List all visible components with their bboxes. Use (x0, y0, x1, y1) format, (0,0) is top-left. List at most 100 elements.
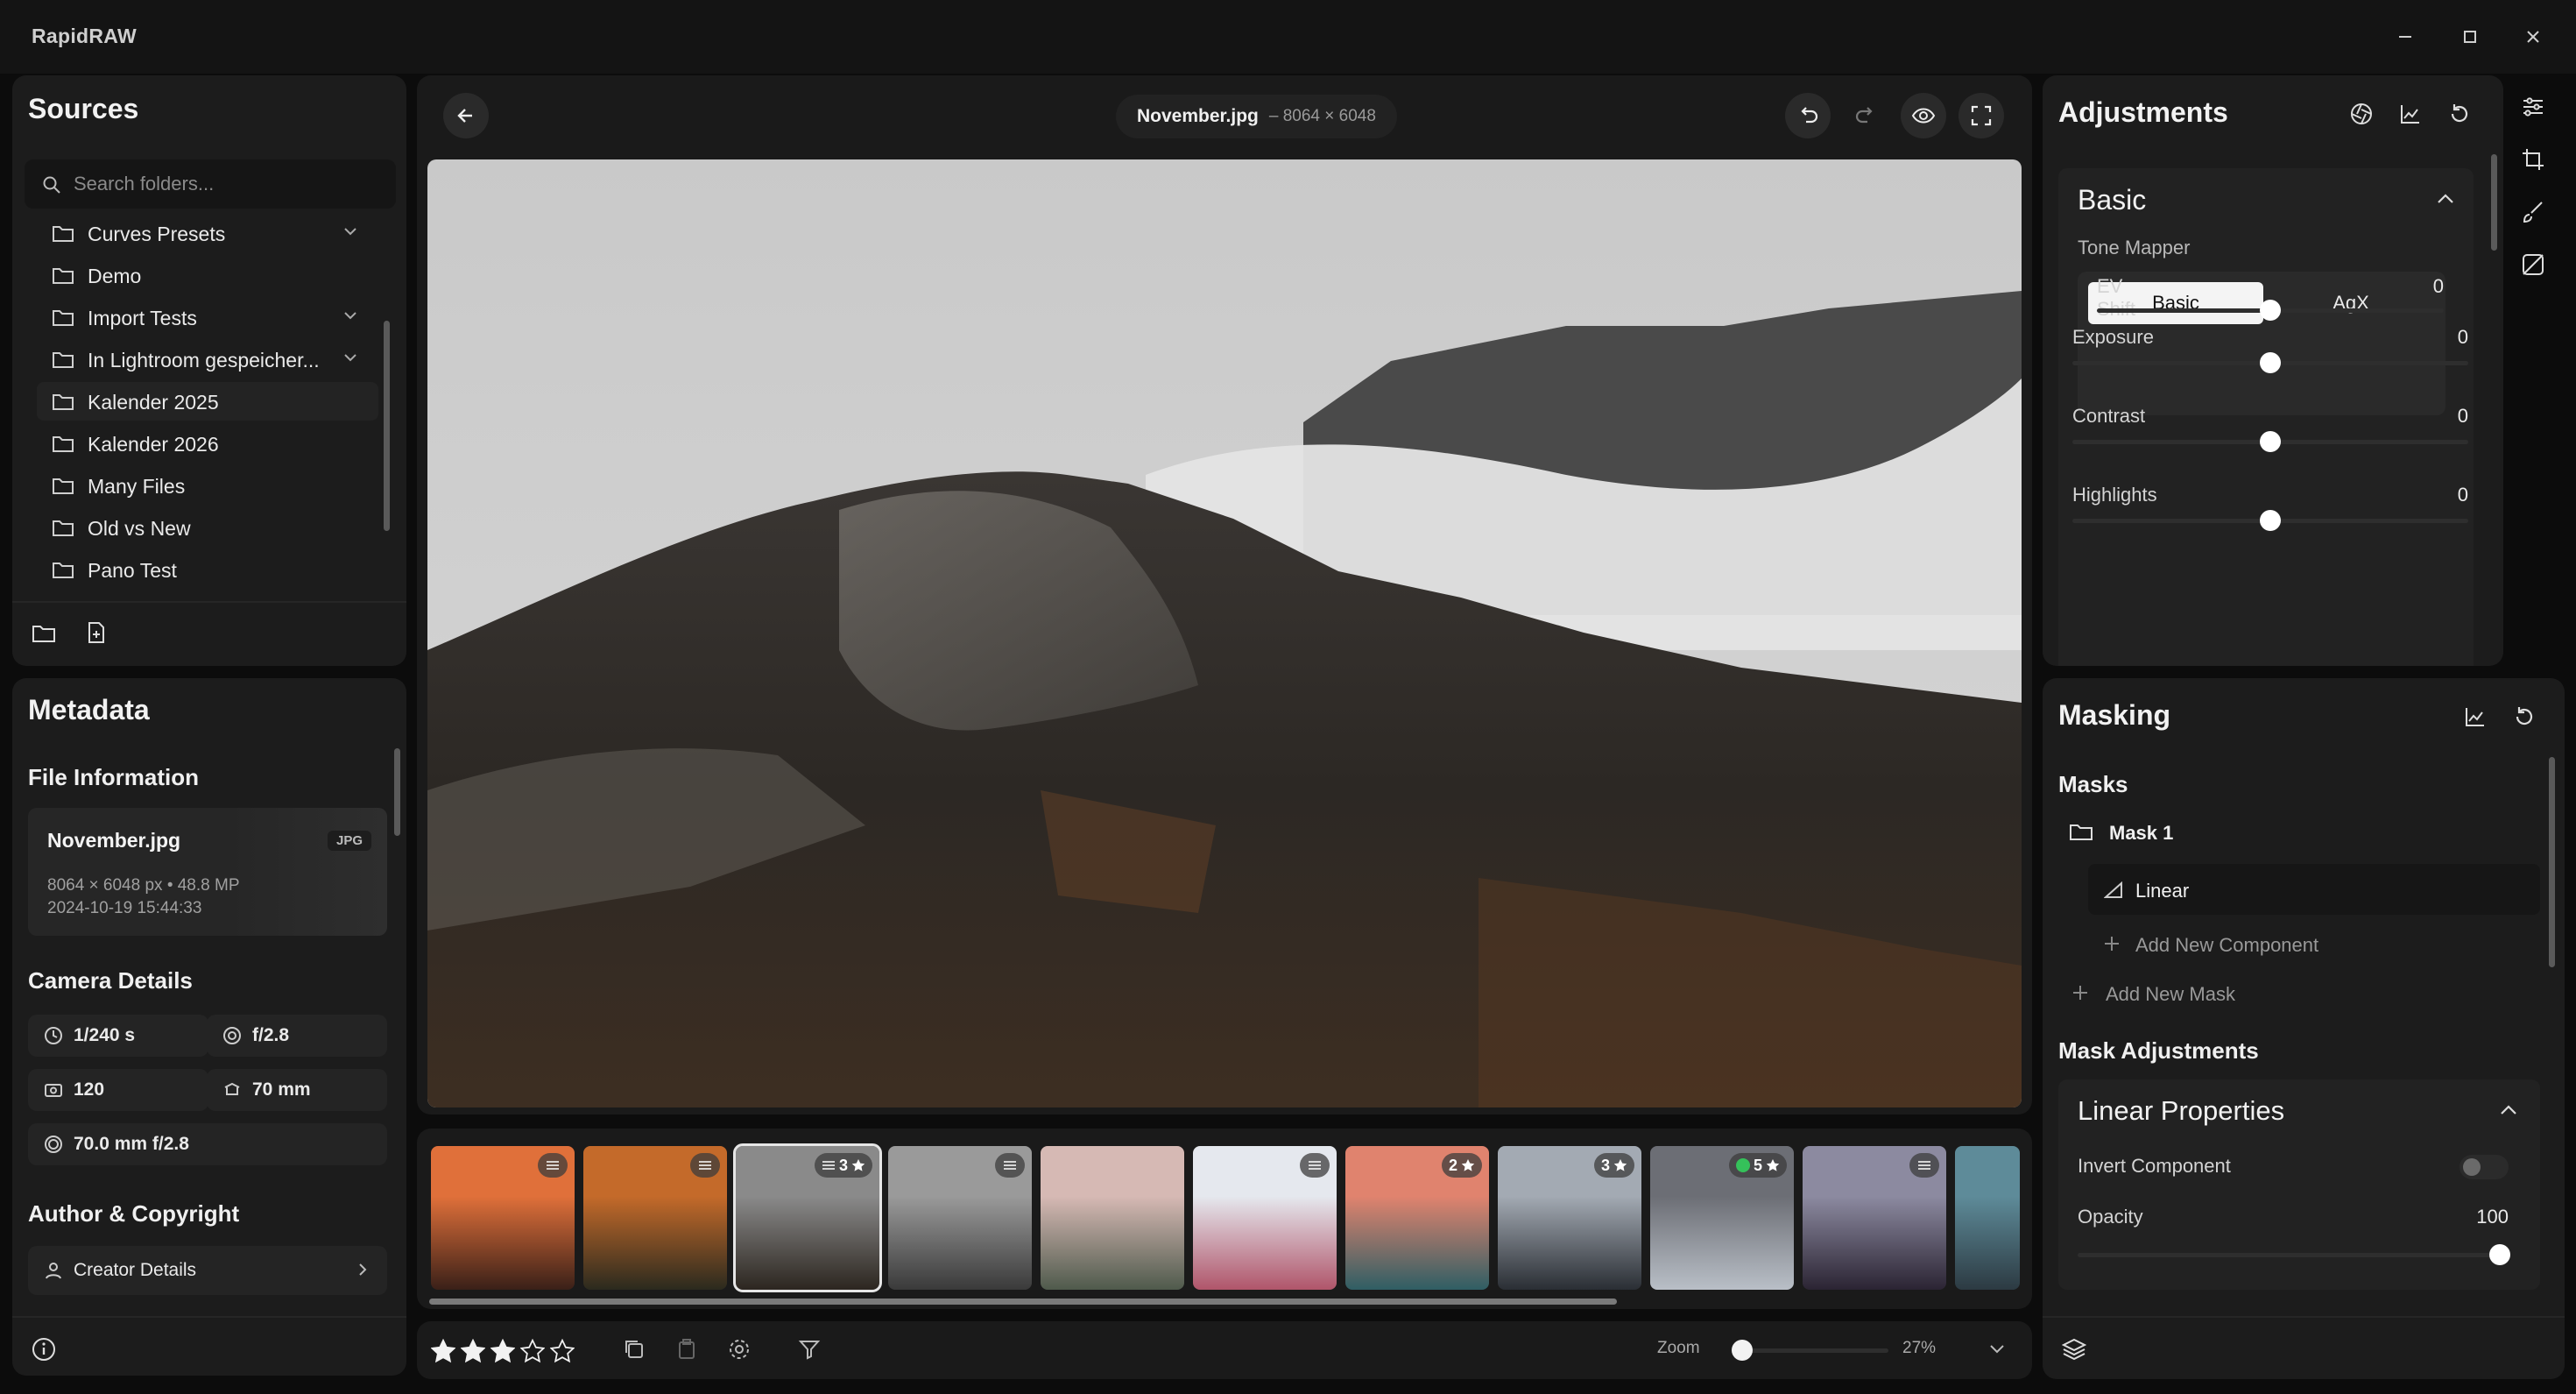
adjustments-title: Adjustments (2058, 96, 2228, 128)
layers-icon[interactable] (2057, 1332, 2092, 1367)
lens-chip: 70.0 mm f/2.8 (28, 1123, 387, 1165)
redo-button[interactable] (1843, 93, 1888, 138)
reset-icon[interactable] (2442, 96, 2477, 131)
folder-icon[interactable] (26, 615, 61, 650)
zoom-slider-knob[interactable] (1731, 1340, 1753, 1361)
filmstrip-thumbnail[interactable] (583, 1146, 727, 1290)
invert-toggle[interactable] (2460, 1155, 2509, 1179)
star-filled-icon[interactable] (461, 1339, 485, 1363)
star-empty-icon[interactable] (520, 1339, 545, 1363)
aperture-preset-icon[interactable] (2344, 96, 2379, 131)
import-file-icon[interactable] (79, 615, 114, 650)
slider-knob[interactable] (2260, 300, 2281, 321)
chevron-down-icon[interactable] (1980, 1332, 2015, 1367)
filmstrip-thumbnail[interactable] (1955, 1146, 2020, 1290)
back-button[interactable] (443, 93, 489, 138)
chevron-down-icon[interactable] (343, 352, 359, 364)
opacity-slider[interactable] (2078, 1253, 2502, 1257)
rating-stars[interactable] (431, 1339, 575, 1363)
chevron-down-icon[interactable] (343, 226, 359, 238)
folder-item[interactable]: Kalender 2026 (37, 424, 378, 463)
folder-scrollbar[interactable] (384, 321, 390, 531)
add-component-button[interactable]: Add New Component (2088, 925, 2438, 964)
filmstrip-thumbnail[interactable]: 2 (1345, 1146, 1489, 1290)
paste-icon[interactable] (669, 1332, 704, 1367)
folder-item[interactable]: Many Files (37, 466, 378, 505)
maximize-icon[interactable] (2451, 18, 2489, 56)
linear-properties-heading: Linear Properties (2078, 1095, 2285, 1126)
chevron-down-icon[interactable] (343, 310, 359, 322)
crop-icon[interactable] (2516, 142, 2551, 177)
opacity-slider-knob[interactable] (2489, 1244, 2510, 1265)
chevron-up-icon[interactable] (2500, 1104, 2517, 1116)
folder-item[interactable]: Pano Test (37, 550, 378, 589)
slider-knob[interactable] (2260, 431, 2281, 452)
main-image[interactable] (427, 159, 2022, 1107)
folder-item[interactable]: Kalender 2025 (37, 382, 378, 421)
metadata-scrollbar[interactable] (394, 748, 400, 836)
filmstrip-thumbnail[interactable]: 3 (733, 1143, 882, 1292)
adjustments-scrollbar[interactable] (2491, 154, 2497, 251)
creator-details-button[interactable]: Creator Details (28, 1246, 387, 1295)
close-icon[interactable] (2514, 18, 2552, 56)
mask-item[interactable]: Mask 1 (2058, 810, 2549, 855)
filmstrip-thumbnail[interactable]: 3 (1498, 1146, 1641, 1290)
slider-value[interactable]: 0 (2416, 484, 2468, 506)
settings-gear-icon[interactable] (722, 1332, 757, 1367)
thumbnail-rating: 3 (838, 1156, 848, 1174)
filmstrip-scrollbar[interactable] (429, 1298, 1617, 1305)
fullscreen-button[interactable] (1958, 93, 2004, 138)
bottom-bar: Zoom 27% (417, 1321, 2032, 1379)
copy-icon[interactable] (617, 1332, 652, 1367)
reset-icon[interactable] (2507, 699, 2542, 734)
slider-knob[interactable] (2260, 510, 2281, 531)
thumbnail-rating: 5 (1753, 1156, 1762, 1174)
folder-item[interactable]: Curves Presets (37, 214, 378, 252)
redo-icon (1855, 107, 1873, 124)
filmstrip-thumbnail[interactable] (1803, 1146, 1946, 1290)
minimize-icon[interactable] (2386, 18, 2424, 56)
zoom-slider[interactable] (1734, 1348, 1888, 1353)
filmstrip-thumbnail[interactable] (888, 1146, 1032, 1290)
slider-value[interactable]: 0 (2416, 326, 2468, 349)
chevron-up-icon[interactable] (2437, 193, 2454, 205)
sliders-icon[interactable] (2516, 89, 2551, 124)
slider-value[interactable]: 0 (2416, 405, 2468, 428)
tone-mapper-label: Tone Mapper (2078, 237, 2191, 258)
brush-icon[interactable] (2516, 195, 2551, 230)
preview-toggle-button[interactable] (1901, 93, 1946, 138)
folder-item[interactable]: Import Tests (37, 298, 378, 336)
thumbnail-badge (538, 1153, 568, 1178)
info-icon[interactable] (26, 1332, 61, 1367)
presets-icon[interactable] (2516, 247, 2551, 282)
folder-item[interactable]: In Lightroom gespeicher... (37, 340, 378, 379)
folder-label: Old vs New (88, 517, 191, 540)
filter-icon[interactable] (792, 1332, 827, 1367)
filmstrip-thumbnail[interactable] (1041, 1146, 1184, 1290)
star-filled-icon[interactable] (431, 1339, 455, 1363)
file-dimensions: 8064 × 6048 px • 48.8 MP (47, 876, 240, 895)
star-empty-icon[interactable] (550, 1339, 575, 1363)
filmstrip-thumbnail[interactable]: 5 (1650, 1146, 1794, 1290)
filmstrip-thumbnail[interactable] (1193, 1146, 1337, 1290)
search-placeholder: Search folders... (74, 173, 215, 195)
search-input[interactable]: Search folders... (25, 159, 396, 209)
masking-scrollbar[interactable] (2549, 757, 2555, 967)
slider-value[interactable]: 0 (2391, 275, 2444, 298)
mask-component-item[interactable]: Linear (2088, 864, 2540, 915)
add-mask-button[interactable]: Add New Mask (2058, 974, 2409, 1013)
folder-item[interactable]: Old vs New (37, 508, 378, 547)
undo-button[interactable] (1785, 93, 1831, 138)
component-name: Linear (2135, 880, 2190, 902)
folder-icon (53, 308, 75, 326)
histogram-icon[interactable] (2458, 699, 2493, 734)
file-card: November.jpg JPG 8064 × 6048 px • 48.8 M… (28, 808, 387, 936)
histogram-icon[interactable] (2393, 96, 2428, 131)
file-info-heading: File Information (28, 764, 199, 790)
author-heading: Author & Copyright (28, 1200, 240, 1227)
star-icon (1613, 1159, 1627, 1171)
filmstrip-thumbnail[interactable] (431, 1146, 575, 1290)
folder-item[interactable]: Demo (37, 256, 378, 294)
slider-knob[interactable] (2260, 352, 2281, 373)
star-filled-icon[interactable] (490, 1339, 515, 1363)
